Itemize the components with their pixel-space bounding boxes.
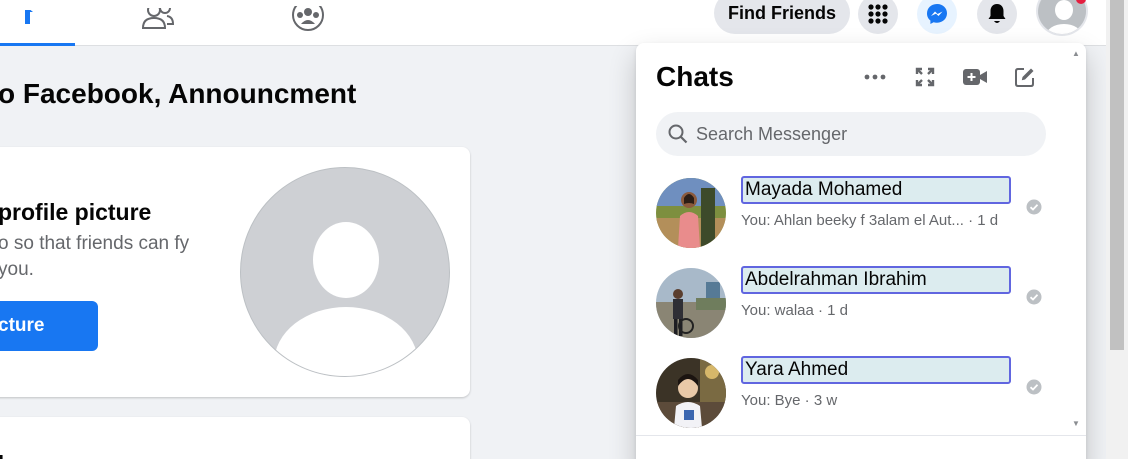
messenger-search[interactable] xyxy=(656,112,1046,156)
panel-scroll-down-arrow[interactable]: ▼ xyxy=(1072,419,1080,428)
nav-tab-home[interactable] xyxy=(0,0,75,46)
add-picture-button-label: cture xyxy=(0,315,45,336)
chat-list-item[interactable]: Abdelrahman Ibrahim You: walaa · 1 d xyxy=(644,261,1054,345)
account-button[interactable] xyxy=(1036,0,1088,36)
messenger-button[interactable] xyxy=(917,0,957,34)
panel-scroll-up-arrow[interactable]: ▲ xyxy=(1072,49,1080,58)
menu-button[interactable] xyxy=(858,0,898,34)
new-room-button[interactable] xyxy=(957,63,993,91)
search-icon xyxy=(668,124,688,144)
find-friends-button[interactable]: Find Friends xyxy=(714,0,850,34)
profile-picture-card: profile picture o so that friends can fy… xyxy=(0,147,470,397)
chats-options-button[interactable] xyxy=(857,63,893,91)
messenger-icon xyxy=(927,4,947,24)
notifications-button[interactable] xyxy=(977,0,1017,34)
video-camera-icon xyxy=(963,69,987,85)
chat-contact-name: Mayada Mohamed xyxy=(741,176,1011,204)
chats-panel: Chats Search Messenger Mayada Mohamed Yo… xyxy=(636,43,1086,459)
chat-avatar xyxy=(656,358,726,428)
groups-icon xyxy=(291,6,324,31)
chats-title: Chats xyxy=(656,61,734,92)
chat-message-preview: You: Ahlan beeky f 3alam el Aut... · 1 d xyxy=(741,212,999,229)
chat-list-item[interactable]: Yara Ahmed You: Bye · 3 w xyxy=(644,351,1054,435)
nav-tab-friends[interactable] xyxy=(120,0,195,46)
expand-icon xyxy=(915,67,935,87)
search-messenger-input[interactable] xyxy=(696,123,1026,145)
chat-contact-name: Yara Ahmed xyxy=(741,356,1011,384)
new-message-button[interactable] xyxy=(1007,63,1043,91)
chat-avatar xyxy=(656,268,726,338)
page-title: o Facebook, Announcment xyxy=(0,78,357,109)
top-navigation-bar: Find Friends xyxy=(0,0,1106,46)
delivered-check-icon xyxy=(1026,289,1042,305)
delivered-check-icon xyxy=(1026,379,1042,395)
chat-contact-name: Abdelrahman Ibrahim xyxy=(741,266,1011,294)
page-scrollbar-thumb[interactable] xyxy=(1110,0,1124,350)
more-options-icon xyxy=(864,74,886,80)
person-silhouette-icon xyxy=(274,222,418,376)
expand-messenger-button[interactable] xyxy=(907,63,943,91)
secondary-card: h xyxy=(0,417,470,459)
delivered-check-icon xyxy=(1026,199,1042,215)
profile-card-title: profile picture xyxy=(0,199,152,225)
find-friends-label: Find Friends xyxy=(728,2,836,23)
chat-avatar xyxy=(656,178,726,248)
chat-list-item[interactable]: Mayada Mohamed You: Ahlan beeky f 3alam … xyxy=(644,171,1054,255)
active-tab-indicator xyxy=(0,43,75,46)
friends-icon xyxy=(141,8,174,29)
chat-message-preview: You: walaa · 1 d xyxy=(741,302,849,319)
nav-tab-groups[interactable] xyxy=(270,0,345,46)
panel-divider xyxy=(636,435,1086,436)
menu-grid-icon xyxy=(868,4,888,24)
compose-icon xyxy=(1015,68,1034,87)
profile-card-description: o so that friends can fy you. xyxy=(0,233,190,280)
account-avatar xyxy=(1038,0,1086,34)
add-picture-button[interactable]: cture xyxy=(0,301,98,351)
home-icon xyxy=(24,10,33,24)
chat-message-preview: You: Bye · 3 w xyxy=(741,392,838,409)
profile-placeholder-image xyxy=(240,167,450,377)
bell-icon xyxy=(988,4,1006,23)
secondary-card-title: h xyxy=(0,451,11,459)
